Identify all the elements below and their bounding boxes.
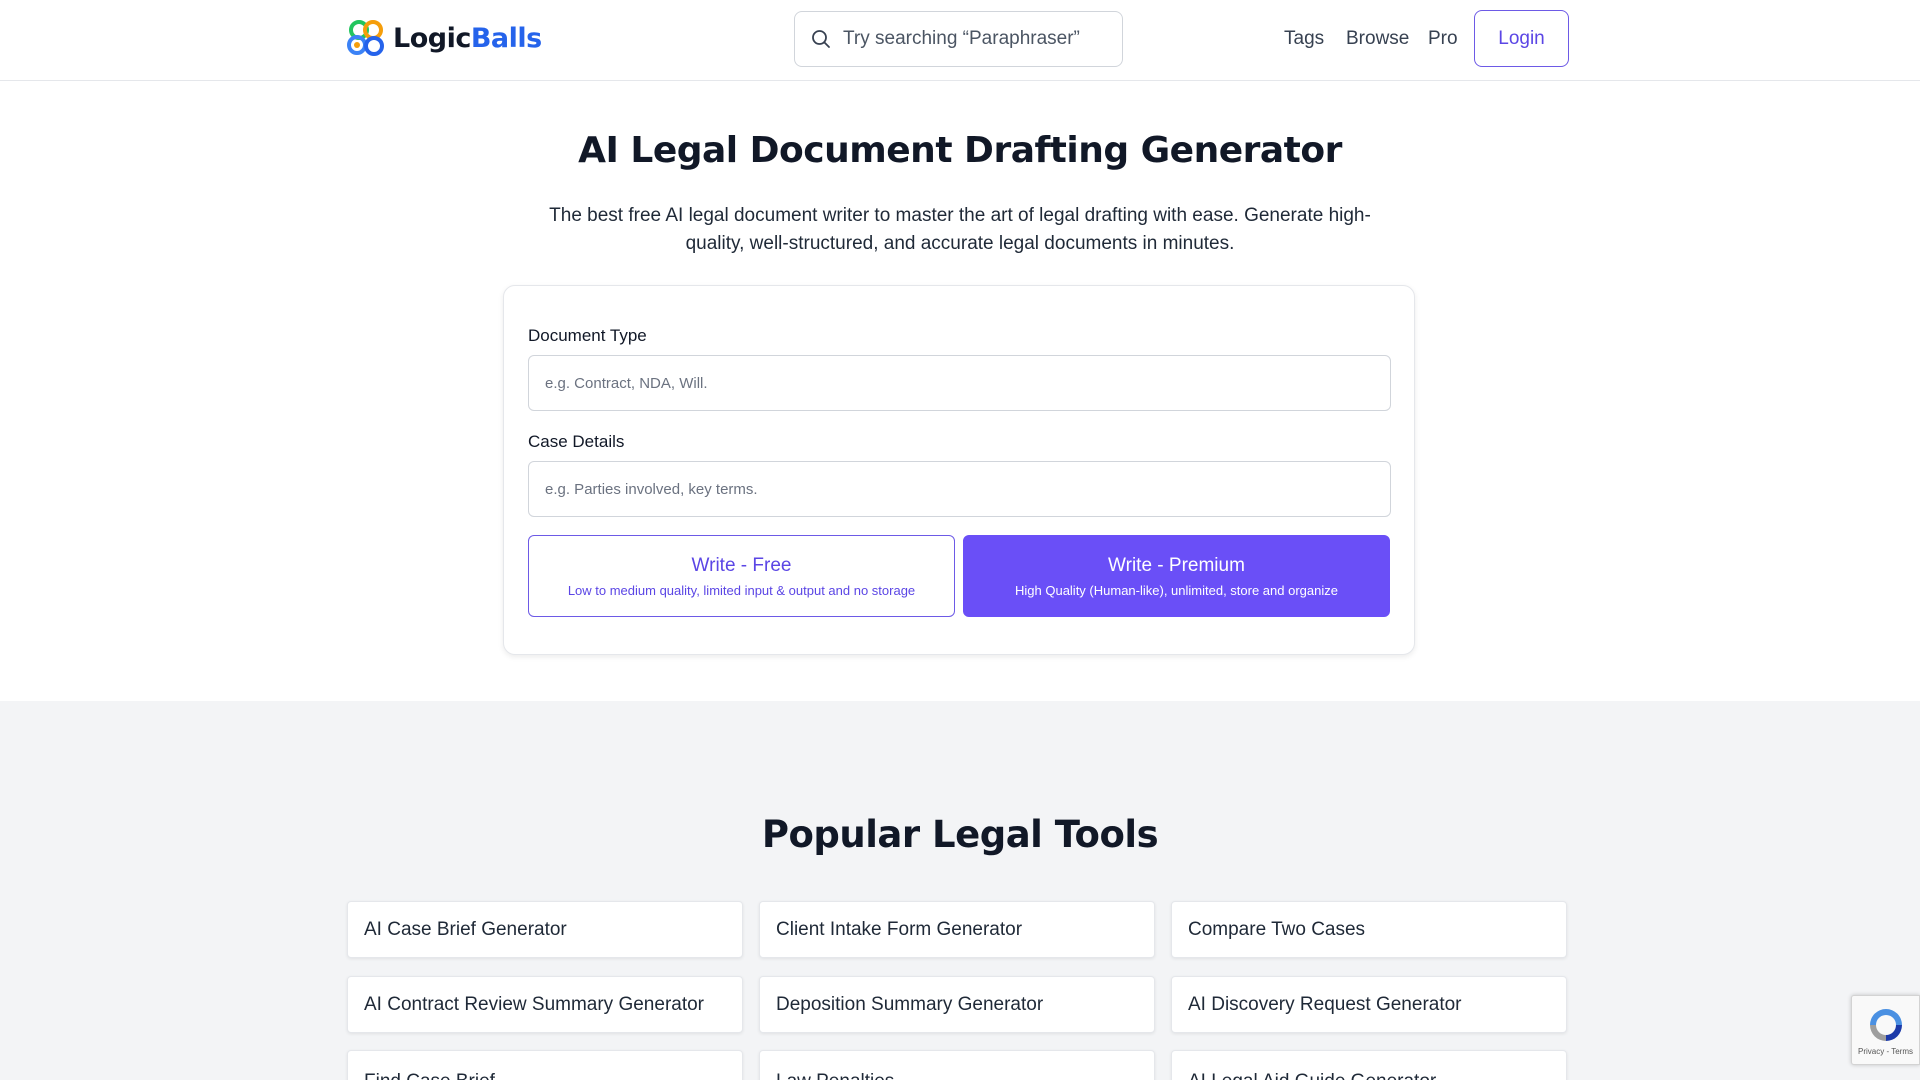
tool-card[interactable]: Client Intake Form Generator (759, 901, 1155, 958)
write-premium-button[interactable]: Write - Premium High Quality (Human-like… (963, 535, 1390, 617)
nav-pro[interactable]: Pro (1428, 11, 1458, 67)
page-subtitle: The best free AI legal document writer t… (549, 205, 1371, 254)
logicballs-logo-icon (347, 20, 384, 56)
tool-card[interactable]: Deposition Summary Generator (759, 976, 1155, 1033)
tool-card[interactable]: Law Penalties (759, 1050, 1155, 1080)
popular-tools-title: Popular Legal Tools (761, 813, 1159, 856)
tool-card[interactable]: Compare Two Cases (1171, 901, 1567, 958)
nav-browse[interactable]: Browse (1346, 11, 1409, 67)
recaptcha-badge[interactable]: Privacy - Terms (1851, 995, 1920, 1065)
search-icon (812, 30, 830, 48)
popular-tools-section: Popular Legal Tools AI Case Brief Genera… (0, 701, 1920, 1080)
recaptcha-links[interactable]: Privacy - Terms (1858, 1047, 1913, 1056)
write-premium-title: Write - Premium (1108, 554, 1245, 576)
document-type-input[interactable] (528, 355, 1391, 411)
write-free-button[interactable]: Write - Free Low to medium quality, limi… (528, 535, 955, 617)
write-premium-subtitle: High Quality (Human-like), unlimited, st… (1015, 582, 1338, 598)
search-input[interactable] (843, 28, 1103, 50)
tool-card[interactable]: AI Contract Review Summary Generator (347, 976, 743, 1033)
logo-text: LogicBalls (393, 22, 542, 54)
tool-card[interactable]: AI Discovery Request Generator (1171, 976, 1567, 1033)
search-box[interactable] (794, 11, 1123, 67)
top-navbar: LogicBalls Tags Browse Pro Login (0, 0, 1920, 81)
case-details-label: Case Details (528, 432, 625, 451)
login-button[interactable]: Login (1474, 10, 1569, 67)
generator-form-card: Document Type Case Details Write - Free … (503, 285, 1415, 655)
recaptcha-icon (1869, 1008, 1902, 1041)
tool-card[interactable]: AI Case Brief Generator (347, 901, 743, 958)
tool-card[interactable]: Find Case Brief (347, 1050, 743, 1080)
page-title: AI Legal Document Drafting Generator (578, 130, 1342, 171)
document-type-label: Document Type (528, 326, 647, 345)
case-details-input[interactable] (528, 461, 1391, 517)
write-free-title: Write - Free (691, 554, 792, 576)
write-free-subtitle: Low to medium quality, limited input & o… (567, 582, 916, 598)
tool-card[interactable]: AI Legal Aid Guide Generator (1171, 1050, 1567, 1080)
logo[interactable]: LogicBalls (347, 17, 542, 59)
nav-tags[interactable]: Tags (1284, 11, 1324, 67)
